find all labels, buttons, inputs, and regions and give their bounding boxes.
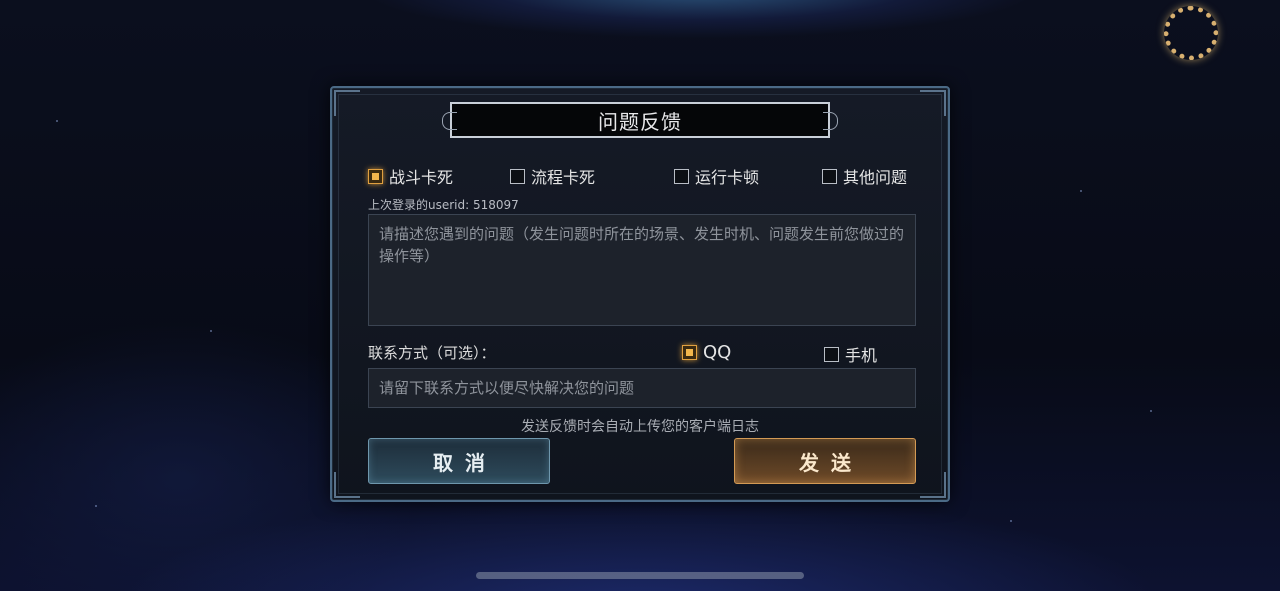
checkbox-label: 运行卡顿 — [695, 168, 760, 187]
send-button[interactable]: 发送 — [734, 438, 916, 484]
contact-input[interactable]: 请留下联系方式以便尽快解决您的问题 — [368, 368, 916, 408]
send-button-label: 发送 — [799, 450, 863, 475]
cancel-button[interactable]: 取消 — [368, 438, 550, 484]
checkbox-checked-icon — [368, 168, 383, 184]
checkbox-unchecked-icon — [510, 168, 525, 184]
star-decoration — [210, 330, 212, 332]
corner-ornament-icon — [334, 472, 360, 498]
star-decoration — [1080, 190, 1082, 192]
feedback-dialog: 问题反馈 战斗卡死 流程卡死 运行卡顿 其他问题 上次登录的userid: 51… — [330, 86, 950, 502]
corner-ornament-icon — [920, 90, 946, 116]
home-indicator-bar[interactable] — [476, 572, 804, 579]
dialog-title-plate: 问题反馈 — [442, 102, 838, 138]
checkbox-battle-freeze[interactable]: 战斗卡死 — [368, 164, 453, 188]
corner-ornament-icon — [334, 90, 360, 116]
star-decoration — [56, 120, 58, 122]
checkbox-contact-qq[interactable]: QQ — [682, 342, 731, 363]
checkbox-flow-freeze[interactable]: 流程卡死 — [510, 164, 595, 188]
cancel-button-label: 取消 — [433, 450, 497, 475]
star-decoration — [1150, 410, 1152, 412]
checkbox-checked-icon — [682, 345, 697, 360]
checkbox-label: 其他问题 — [843, 168, 908, 187]
problem-description-textarea[interactable]: 请描述您遇到的问题（发生问题时所在的场景、发生时机、问题发生前您做过的操作等） — [368, 214, 916, 326]
checkbox-lag[interactable]: 运行卡顿 — [674, 164, 759, 188]
last-login-userid: 上次登录的userid: 518097 — [368, 198, 519, 212]
upload-log-notice: 发送反馈时会自动上传您的客户端日志 — [521, 419, 759, 435]
glowing-ring-icon[interactable] — [1164, 6, 1218, 60]
dialog-title: 问题反馈 — [598, 109, 682, 134]
contact-method-label: 联系方式（可选）： — [368, 344, 496, 362]
checkbox-label: QQ — [703, 342, 732, 363]
star-decoration — [95, 505, 97, 507]
corner-ornament-icon — [920, 472, 946, 498]
checkbox-other[interactable]: 其他问题 — [822, 164, 907, 188]
checkbox-unchecked-icon — [824, 346, 839, 362]
checkbox-label: 流程卡死 — [531, 168, 596, 187]
checkbox-label: 战斗卡死 — [389, 168, 454, 187]
checkbox-contact-phone[interactable]: 手机 — [824, 342, 877, 366]
checkbox-unchecked-icon — [822, 168, 837, 184]
checkbox-unchecked-icon — [674, 168, 689, 184]
star-decoration — [1010, 520, 1012, 522]
checkbox-label: 手机 — [845, 346, 878, 365]
